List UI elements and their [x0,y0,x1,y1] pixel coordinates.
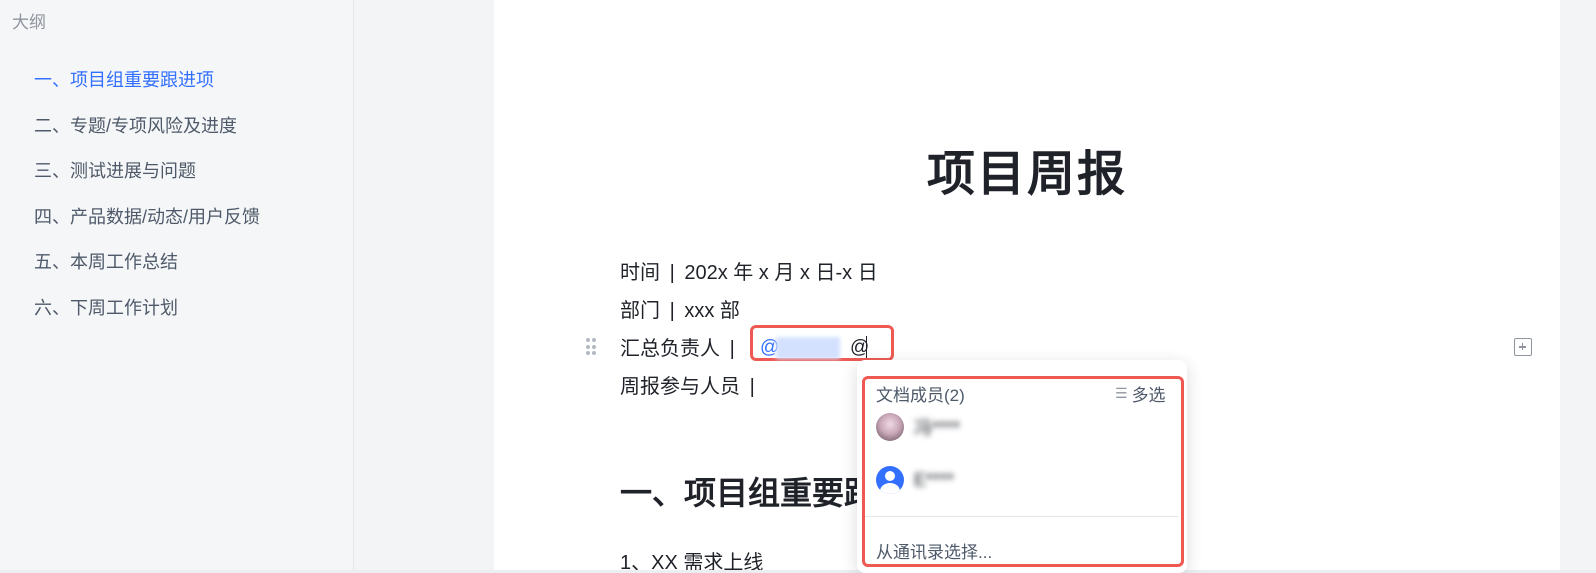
multi-select-button[interactable]: ☰ 多选 [1115,381,1166,406]
multi-select-icon: ☰ [1115,385,1128,401]
outline-item-5[interactable]: 五、本周工作总结 [0,246,354,292]
time-value: 202x 年 x 月 x 日-x 日 [684,262,878,284]
separator: | [729,338,735,360]
owner-line[interactable]: 汇总负责人 | [620,332,739,361]
time-line[interactable]: 时间 | 202x 年 x 月 x 日-x 日 [620,256,878,285]
popup-divider [862,516,1178,517]
canvas-margin-right [1560,0,1596,573]
separator: | [749,376,755,398]
sub-heading-1[interactable]: 1、XX 需求上线 [620,546,763,570]
outline-item-4[interactable]: 四、产品数据/动态/用户反馈 [0,201,354,247]
outline-list: 一、项目组重要跟进项 二、专题/专项风险及进度 三、测试进展与问题 四、产品数据… [0,64,354,337]
outline-item-1[interactable]: 一、项目组重要跟进项 [0,64,354,110]
member-name: E**** [914,469,955,490]
outline-title: 大纲 [12,13,46,32]
drag-handle-icon[interactable] [586,338,596,356]
outline-item-3[interactable]: 三、测试进展与问题 [0,155,354,201]
separator: | [669,300,675,322]
member-item-2[interactable]: E**** [876,460,1166,500]
avatar [876,413,904,441]
outline-item-2[interactable]: 二、专题/专项风险及进度 [0,110,354,156]
mention-name-blurred[interactable] [776,337,840,359]
participants-label: 周报参与人员 [620,376,740,398]
document-title[interactable]: 项目周报 [494,134,1560,204]
text-caret [866,336,867,358]
department-value: xxx 部 [684,300,740,322]
outline-sidebar: 大纲 一、项目组重要跟进项 二、专题/专项风险及进度 三、测试进展与问题 四、产… [0,0,354,573]
popup-header: 文档成员(2) [876,386,965,405]
time-label: 时间 [620,262,660,284]
comment-add-icon[interactable] [1514,338,1532,356]
user-avatar-icon [876,466,904,494]
participants-line[interactable]: 周报参与人员 | [620,370,759,399]
canvas-margin-left [354,0,494,573]
separator: | [669,262,675,284]
multi-select-label: 多选 [1131,386,1166,405]
owner-label: 汇总负责人 [620,338,720,360]
select-from-contacts[interactable]: 从通讯录选择... [876,538,992,563]
department-line[interactable]: 部门 | xxx 部 [620,294,740,323]
outline-item-6[interactable]: 六、下周工作计划 [0,292,354,338]
member-name: 冯**** [914,418,961,438]
member-item-1[interactable]: 冯**** [876,407,1166,447]
department-label: 部门 [620,300,660,322]
